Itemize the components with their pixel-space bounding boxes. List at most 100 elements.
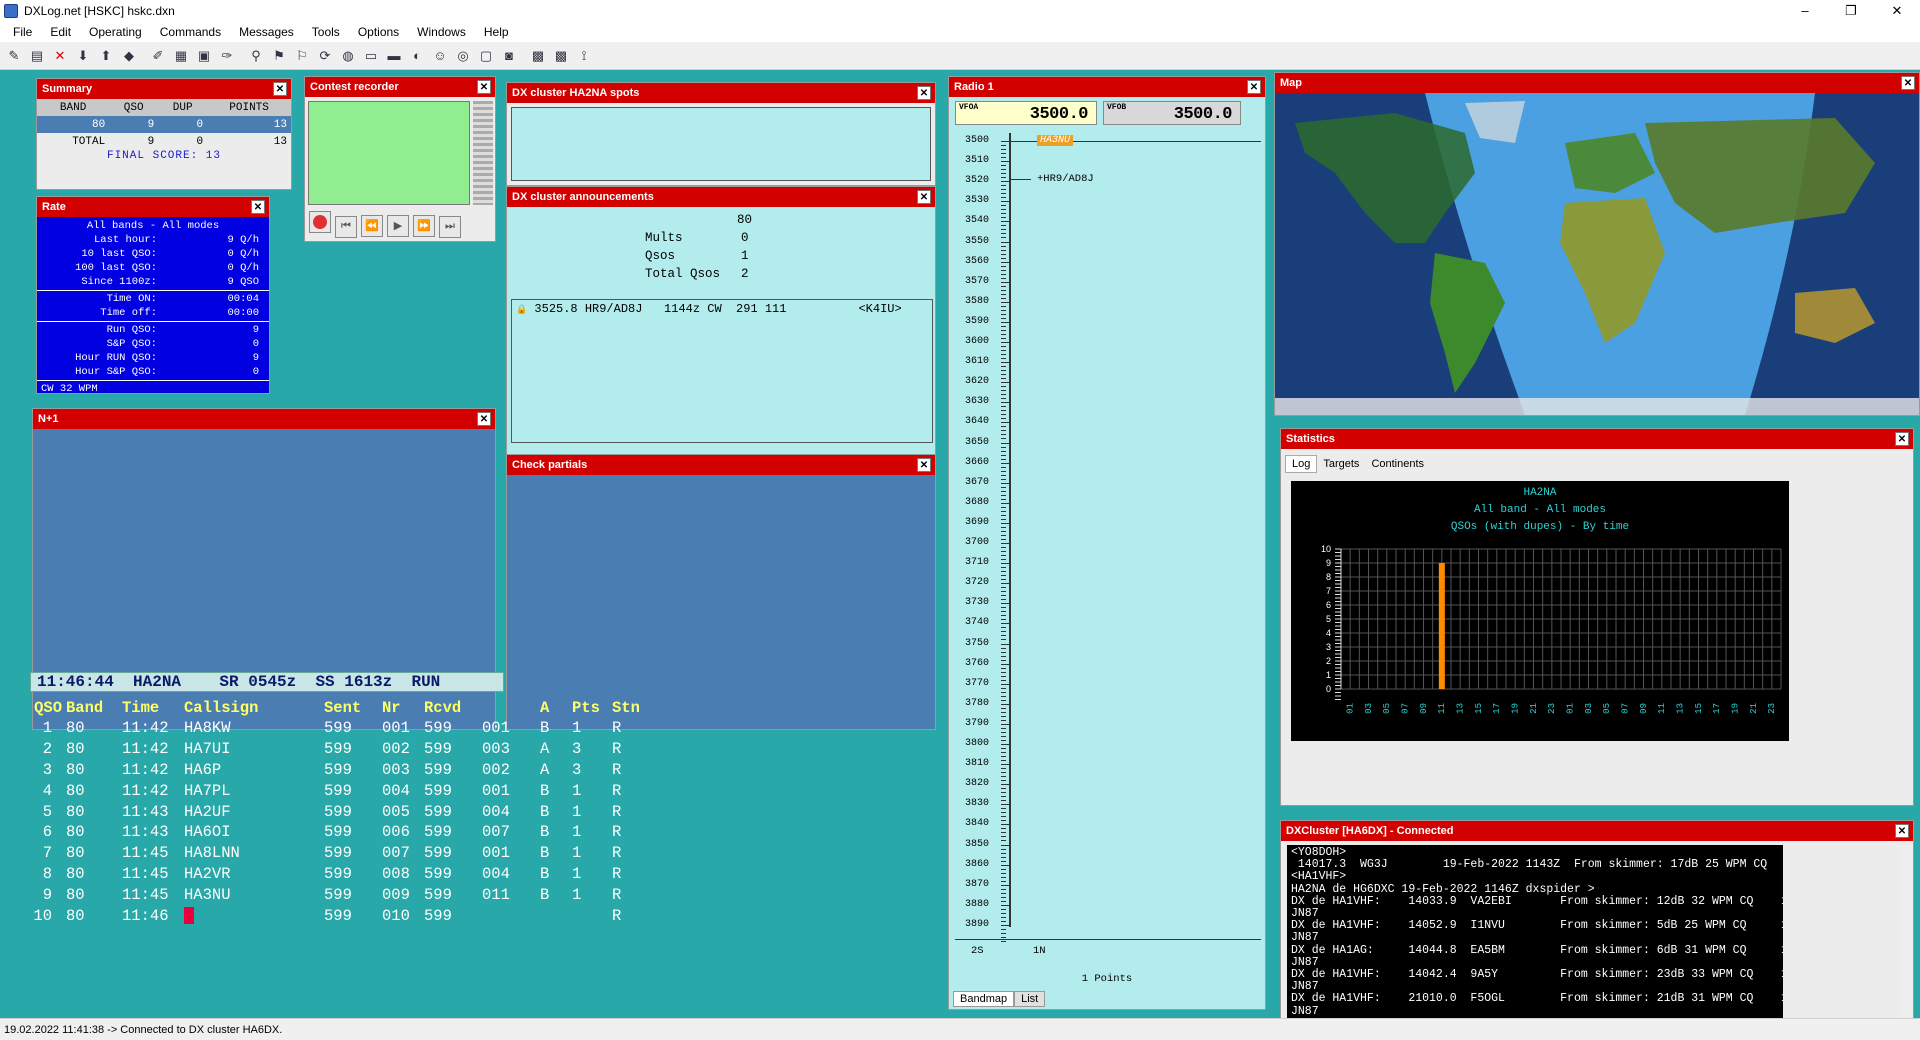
bandmap-tick [1001, 659, 1006, 661]
qso-log-table[interactable]: QSO Band Time Callsign Sent Nr Rcvd A Pts Stn 1 80… [28, 698, 650, 926]
vfoa-display[interactable]: VFOA 3500.0 [955, 101, 1097, 125]
bandmap[interactable]: HA3NU +HR9/AD8J 3500 3510 3520 3530 3540 3550… [949, 129, 1265, 947]
camera-icon[interactable]: ◙ [499, 46, 519, 66]
bandmap-tick [1001, 510, 1006, 512]
up-arrow-icon[interactable]: ⬆ [96, 46, 116, 66]
to-start-button[interactable]: ⏮ [335, 215, 357, 238]
play-button[interactable]: ▶ [387, 214, 409, 237]
close-icon[interactable]: ✕ [477, 412, 491, 426]
summary-header: DUP [158, 99, 208, 116]
refresh-icon[interactable]: ⟳ [315, 46, 335, 66]
menu-edit[interactable]: Edit [41, 22, 80, 42]
dxcluster-terminal[interactable]: <YO8DOH> 14017.3 WG3J 19-Feb-2022 1143Z … [1287, 845, 1783, 1040]
minimize-icon[interactable]: – [1782, 0, 1828, 22]
log-row[interactable]: 7 80 11:45 HA8LNN 599 007 599 001 B 1 R [28, 843, 650, 864]
bandmap-tick [1001, 446, 1006, 448]
log-row[interactable]: 8 80 11:45 HA2VR 599 008 599 004 B 1 R [28, 864, 650, 885]
tab-list[interactable]: List [1014, 991, 1046, 1007]
bandmap-tick [1001, 269, 1006, 271]
log-row[interactable]: 6 80 11:43 HA6OI 599 006 599 007 B 1 R [28, 822, 650, 843]
bandmap-tick [1001, 233, 1006, 235]
close-icon[interactable]: ✕ [1895, 824, 1909, 838]
menu-commands[interactable]: Commands [151, 22, 230, 42]
settings-icon[interactable]: ▦ [171, 46, 191, 66]
close-icon[interactable]: ✕ [273, 82, 287, 96]
radio1-icon[interactable]: ▩ [528, 46, 548, 66]
bandmap-spot[interactable]: +HR9/AD8J [1037, 173, 1094, 185]
close-icon[interactable]: ✕ [477, 80, 491, 94]
close-icon[interactable]: ✕ [1901, 76, 1915, 90]
rewind-button[interactable]: ⏪ [361, 214, 383, 237]
book-icon[interactable]: ▣ [194, 46, 214, 66]
log-row[interactable]: 2 80 11:42 HA7UI 599 002 599 003 A 3 R [28, 739, 650, 760]
bandmap-tick [1001, 466, 1006, 468]
screen-icon[interactable]: ▢ [476, 46, 496, 66]
bandmap-tick [1001, 145, 1006, 146]
tab-log[interactable]: Log [1285, 455, 1318, 473]
smiley-icon[interactable]: ☺ [430, 46, 450, 66]
tab-bandmap[interactable]: Bandmap [953, 991, 1015, 1007]
record-button[interactable] [309, 211, 331, 233]
menu-file[interactable]: File [4, 22, 41, 42]
monitor-icon[interactable]: ▬ [384, 46, 404, 66]
bandmap-tick [1001, 225, 1006, 227]
bandmap-freq-label: 3500 [964, 135, 989, 146]
bandmap-tick [1001, 631, 1006, 633]
log-row[interactable]: 9 80 11:45 HA3NU 599 009 599 011 B 1 R [28, 884, 650, 905]
rate-line: Time off: 00:00 [100, 307, 259, 319]
announce-spot-row[interactable]: 🔒 3525.8 HR9/AD8J 1144z CW 291 111 <K4IU… [512, 300, 932, 318]
world-map[interactable] [1275, 93, 1919, 415]
log-row[interactable]: 4 80 11:42 HA7PL 599 004 599 001 B 1 R [28, 780, 650, 801]
tab-continents[interactable]: Continents [1365, 456, 1430, 472]
log-row[interactable]: 10 80 11:46 599 010 599 R [28, 905, 650, 926]
close-icon[interactable]: ✕ [251, 200, 265, 214]
menu-help[interactable]: Help [475, 22, 518, 42]
log-row[interactable]: 5 80 11:43 HA2UF 599 005 599 004 B 1 R [28, 801, 650, 822]
log-row[interactable]: 1 80 11:42 HA8KW 599 001 599 001 B 1 R [28, 718, 650, 739]
announce-list[interactable]: 🔒 3525.8 HR9/AD8J 1144z CW 291 111 <K4IU… [511, 299, 933, 443]
edit2-icon[interactable]: ✑ [217, 46, 237, 66]
close-icon[interactable]: ✕ [1895, 432, 1909, 446]
close-icon[interactable]: ✕ [917, 86, 931, 100]
vfob-display[interactable]: VFOB 3500.0 [1103, 101, 1241, 125]
window-icon[interactable]: ▭ [361, 46, 381, 66]
spots-list[interactable] [511, 107, 931, 181]
globe-icon[interactable]: ◍ [338, 46, 358, 66]
bandmap-tick [1001, 547, 1006, 548]
world-icon[interactable]: ◎ [453, 46, 473, 66]
open-icon[interactable]: ▤ [27, 46, 47, 66]
close-icon[interactable]: ✕ [1874, 0, 1920, 22]
eraser-icon[interactable]: ◆ [119, 46, 139, 66]
tool2-icon[interactable]: ⚑ [269, 46, 289, 66]
edit-icon[interactable]: ✐ [148, 46, 168, 66]
bandmap-tick [1001, 844, 1009, 846]
menu-tools[interactable]: Tools [303, 22, 349, 42]
tab-targets[interactable]: Targets [1317, 456, 1365, 472]
bandmap-tick [1001, 551, 1006, 552]
antenna-icon[interactable]: ⟟ [574, 46, 594, 66]
tool1-icon[interactable]: ⚲ [246, 46, 266, 66]
close-icon[interactable]: ✕ [1247, 80, 1261, 94]
close-icon[interactable]: ✕ [917, 190, 931, 204]
delete-icon[interactable]: ✕ [50, 46, 70, 66]
menu-windows[interactable]: Windows [408, 22, 475, 42]
tool3-icon[interactable]: ⚐ [292, 46, 312, 66]
bandmap-tick [1001, 876, 1006, 878]
down-arrow-icon[interactable]: ⬇ [73, 46, 93, 66]
menu-options[interactable]: Options [349, 22, 408, 42]
menu-operating[interactable]: Operating [80, 22, 151, 42]
callsign-input-cursor[interactable] [184, 906, 194, 924]
scrollbar[interactable] [1899, 845, 1913, 1040]
radio2-icon[interactable]: ▩ [551, 46, 571, 66]
new-icon[interactable]: ✎ [4, 46, 24, 66]
log-row[interactable]: 3 80 11:42 HA6P 599 003 599 002 A 3 R [28, 760, 650, 781]
menu-messages[interactable]: Messages [230, 22, 303, 42]
maximize-icon[interactable]: ❐ [1828, 0, 1874, 22]
bandmap-freq-label: 3530 [964, 195, 989, 207]
close-icon[interactable]: ✕ [917, 458, 931, 472]
chart-icon[interactable]: ◐ [407, 46, 427, 66]
bandmap-marker[interactable]: HA3NU [1037, 135, 1074, 146]
bandmap-tick [1001, 430, 1006, 432]
forward-button[interactable]: ⏩ [413, 214, 435, 237]
to-end-button[interactable]: ⏭ [439, 215, 461, 238]
